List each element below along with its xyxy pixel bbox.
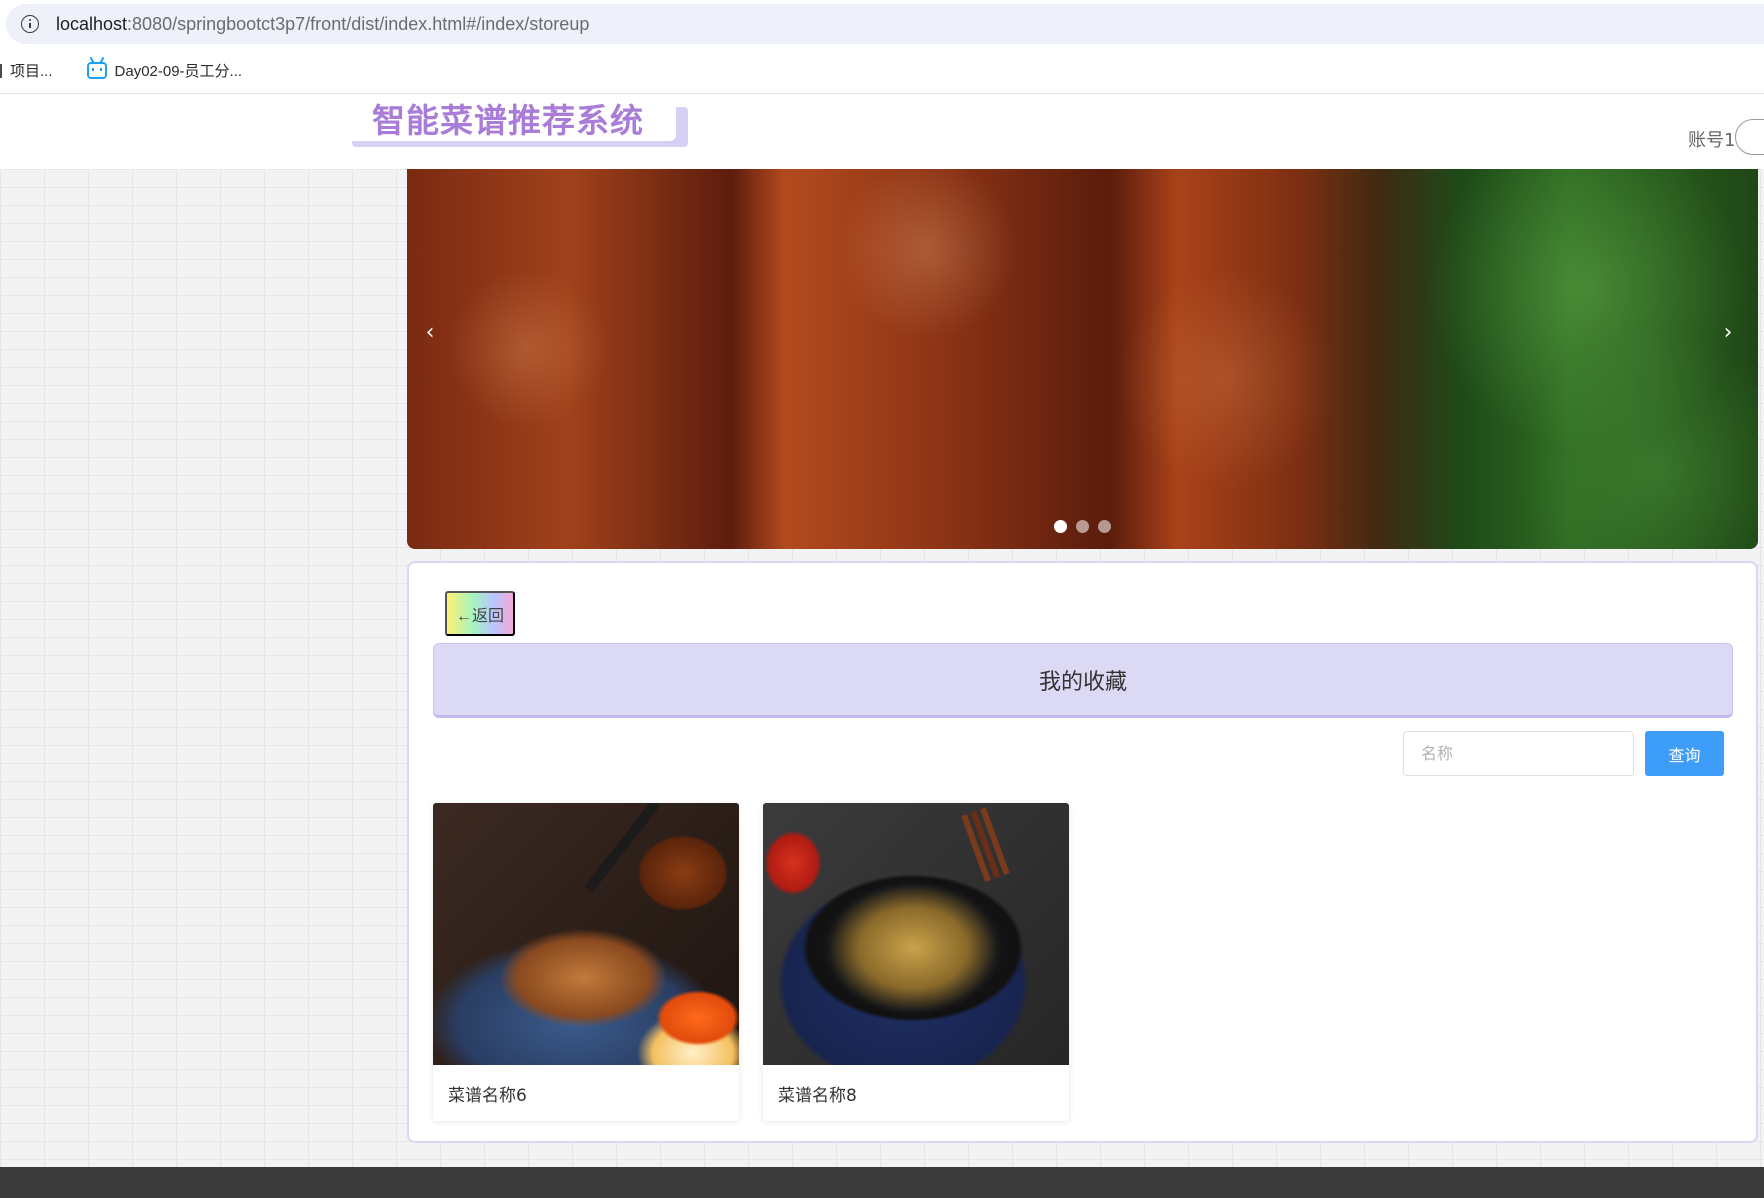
recipe-name: 菜谱名称8 bbox=[778, 1085, 857, 1106]
recipe-card[interactable]: 菜谱名称8 bbox=[763, 803, 1069, 1121]
logo[interactable]: 智能菜谱推荐系统 bbox=[340, 95, 676, 141]
favorites-panel: ←返回 我的收藏 查询 菜谱名称6 菜谱名称8 bbox=[407, 561, 1758, 1143]
site-title: 智能菜谱推荐系统 bbox=[372, 101, 644, 140]
bookmark-label: 项目... bbox=[10, 63, 53, 80]
carousel-dot[interactable] bbox=[1054, 520, 1067, 533]
recipe-name: 菜谱名称6 bbox=[448, 1085, 527, 1106]
account-name[interactable]: 账号1 bbox=[1688, 126, 1735, 152]
recipe-image[interactable] bbox=[763, 803, 1069, 1065]
bookmark-item[interactable]: 项目... bbox=[10, 60, 53, 81]
url-host: localhost bbox=[56, 13, 128, 34]
chevron-left-icon[interactable]: ‹ bbox=[408, 310, 452, 354]
recipe-card[interactable]: 菜谱名称6 bbox=[433, 803, 739, 1121]
site-header: 智能菜谱推荐系统 账号1 bbox=[0, 95, 1764, 169]
address-bar[interactable]: localhost:8080/springbootct3p7/front/dis… bbox=[6, 4, 1764, 44]
banner-carousel[interactable]: ‹ › bbox=[407, 169, 1758, 549]
bookmarks-bar: 项目... Day02-09-员工分... bbox=[0, 48, 1764, 94]
bilibili-tv-icon bbox=[86, 62, 107, 79]
site-info-icon[interactable] bbox=[21, 15, 39, 33]
url-text[interactable]: localhost:8080/springbootct3p7/front/dis… bbox=[56, 14, 589, 35]
carousel-dot[interactable] bbox=[1098, 520, 1111, 533]
page-footer bbox=[0, 1167, 1764, 1198]
browser-address-row: localhost:8080/springbootct3p7/front/dis… bbox=[0, 0, 1764, 48]
name-search-input[interactable] bbox=[1403, 731, 1634, 776]
url-path: :8080/springbootct3p7/front/dist/index.h… bbox=[127, 13, 590, 34]
search-button[interactable]: 查询 bbox=[1645, 731, 1724, 776]
favorites-list: 菜谱名称6 菜谱名称8 bbox=[433, 803, 1069, 1121]
bookmark-folder-edge bbox=[0, 63, 2, 78]
carousel-dot[interactable] bbox=[1076, 520, 1089, 533]
recipe-image[interactable] bbox=[433, 803, 739, 1065]
bookmark-label: Day02-09-员工分... bbox=[114, 63, 243, 80]
back-button[interactable]: ←返回 bbox=[445, 591, 515, 636]
logout-button[interactable] bbox=[1735, 119, 1764, 155]
chevron-right-icon[interactable]: › bbox=[1706, 310, 1750, 354]
page-title: 我的收藏 bbox=[433, 643, 1733, 718]
carousel-indicators bbox=[407, 520, 1758, 533]
bookmark-item[interactable]: Day02-09-员工分... bbox=[86, 60, 243, 81]
